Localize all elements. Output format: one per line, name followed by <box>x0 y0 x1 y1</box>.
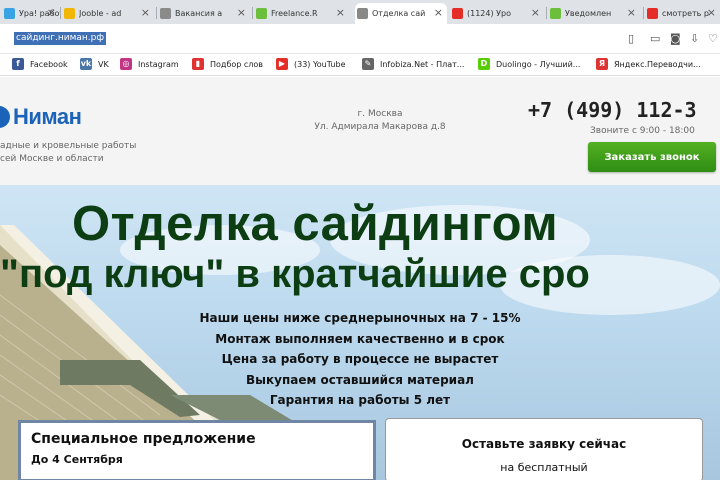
download-icon[interactable]: ⇩ <box>690 32 699 45</box>
tab-favicon-icon <box>256 8 267 19</box>
bookmarks-icon[interactable]: ▭ <box>650 32 660 45</box>
tab-favicon-icon <box>64 8 75 19</box>
special-offer-title: Специальное предложение <box>31 431 256 447</box>
bookmark-favicon-icon: D <box>478 58 490 70</box>
tab-favicon-icon <box>452 8 463 19</box>
bookmark-favicon-icon: ▶ <box>276 58 288 70</box>
special-offer-box: Специальное предложение До 4 Сентября <box>18 420 376 480</box>
browser-tab[interactable]: (1124) Уро × <box>450 3 544 24</box>
lead-form-title: Оставьте заявку сейчас <box>461 437 627 451</box>
tab-favicon-icon <box>550 8 561 19</box>
camera-icon[interactable]: ◙ <box>670 32 681 45</box>
bookmark-favicon-icon: f <box>12 58 24 70</box>
browser-tab[interactable]: Уведомлен × <box>548 3 640 24</box>
tab-label: Отделка сай <box>372 9 426 18</box>
browser-tab[interactable]: Отделка сай × <box>355 3 447 24</box>
bookmark-label: Яндекс.Переводчи... <box>614 59 701 69</box>
bookmark-item[interactable]: ◎ Instagram <box>120 58 179 70</box>
url-field[interactable]: сайдинг.ниман.рф <box>14 32 107 45</box>
bookmark-item[interactable]: ▶ (33) YouTube <box>276 58 346 70</box>
extensions-icon[interactable]: ♡ <box>708 32 718 45</box>
reader-mode-icon[interactable]: ▯ <box>628 32 634 45</box>
order-call-button[interactable]: Заказать звонок <box>588 142 716 172</box>
tab-label: Freelance.R <box>271 9 318 18</box>
site-tagline: адные и кровельные работы сей Москве и о… <box>0 141 137 164</box>
bookmark-label: Facebook <box>30 59 68 69</box>
benefit-item: Гарантия на работы 5 лет <box>269 393 451 407</box>
bookmark-item[interactable]: f Facebook <box>12 58 68 70</box>
bookmark-item[interactable]: ▮ Подбор слов <box>192 58 263 70</box>
browser-tab[interactable]: смотреть р × <box>645 3 720 24</box>
bookmark-item[interactable]: ✎ Infobiza.Net - Плат... <box>362 58 464 70</box>
tab-label: (1124) Уро <box>467 9 511 18</box>
tab-close-icon[interactable]: × <box>434 7 443 18</box>
browser-tab[interactable]: Ура! работ × <box>2 3 60 24</box>
tab-label: Вакансия а <box>175 9 223 18</box>
lead-form: Оставьте заявку сейчас на бесплатный <box>385 418 703 480</box>
hero-title-line1: Отделка сайдингом <box>72 197 559 251</box>
site-logo[interactable]: Ниман <box>0 104 82 130</box>
benefit-item: Наши цены ниже среднерыночных на 7 - 15% <box>199 311 521 325</box>
bookmark-label: Instagram <box>138 59 179 69</box>
bookmark-favicon-icon: Я <box>596 58 608 70</box>
bookmarks-bar: f Facebook vk VK ◎ Instagram ▮ Подбор слов ▶ (33)… <box>0 54 720 76</box>
address-street: Ул. Адмирала Макарова д.8 <box>314 122 446 132</box>
browser-tab-strip: Ура! работ × Jooble - ad × Вакансия а × Freela… <box>0 0 720 24</box>
special-offer-date: До 4 Сентября <box>31 453 123 466</box>
bookmark-label: (33) YouTube <box>294 59 346 69</box>
browser-tab[interactable]: Jooble - ad × <box>62 3 154 24</box>
benefit-item: Цена за работу в процессе не вырастет <box>221 352 499 366</box>
tab-close-icon[interactable]: × <box>141 7 150 18</box>
bookmark-item[interactable]: D Duolingo - Лучший... <box>478 58 580 70</box>
tab-close-icon[interactable]: × <box>237 7 246 18</box>
browser-tab[interactable]: Freelance.R × <box>254 3 349 24</box>
bookmark-label: Infobiza.Net - Плат... <box>380 59 465 69</box>
logo-text: Ниман <box>13 104 82 129</box>
benefits-list: Наши цены ниже среднерыночных на 7 - 15%… <box>150 308 570 411</box>
browser-tab[interactable]: Вакансия а × <box>158 3 250 24</box>
tab-close-icon[interactable]: × <box>336 7 345 18</box>
tab-favicon-icon <box>357 8 368 19</box>
tab-favicon-icon <box>4 8 15 19</box>
benefit-item: Монтаж выполняем качественно и в срок <box>215 331 505 346</box>
tab-favicon-icon <box>160 8 171 19</box>
tab-label: смотреть р <box>662 9 709 18</box>
tab-label: Уведомлен <box>565 9 612 18</box>
company-address: г. Москва Ул. Адмирала Макарова д.8 <box>300 108 460 134</box>
working-hours: Звоните с 9:00 - 18:00 <box>590 126 695 136</box>
bookmark-item[interactable]: vk VK <box>80 58 109 70</box>
tab-favicon-icon <box>647 8 658 19</box>
bookmark-favicon-icon: ✎ <box>362 58 374 70</box>
phone-number[interactable]: +7 (499) 112-3 <box>528 98 697 122</box>
bookmark-favicon-icon: vk <box>80 58 92 70</box>
bookmark-label: Подбор слов <box>210 59 264 69</box>
bookmark-item[interactable]: Я Яндекс.Переводчи... <box>596 58 701 70</box>
bookmark-label: VK <box>98 59 109 69</box>
address-city: г. Москва <box>357 109 403 119</box>
bookmark-favicon-icon: ▮ <box>192 58 204 70</box>
logo-icon <box>0 106 10 128</box>
tab-close-icon[interactable]: × <box>707 7 716 18</box>
bookmark-favicon-icon: ◎ <box>120 58 132 70</box>
lead-form-subtitle: на бесплатный <box>500 461 588 474</box>
tab-close-icon[interactable]: × <box>627 7 636 18</box>
tab-close-icon[interactable]: × <box>47 7 56 18</box>
address-bar: сайдинг.ниман.рф ▯ ▭ ◙ ⇩ ♡ <box>0 24 720 54</box>
benefit-item: Выкупаем оставшийся материал <box>246 372 474 387</box>
tab-close-icon[interactable]: × <box>531 7 540 18</box>
hero-title-line2: "под ключ" в кратчайшие сро <box>0 252 590 296</box>
bookmark-label: Duolingo - Лучший... <box>496 59 581 69</box>
tab-label: Jooble - ad <box>79 9 122 18</box>
